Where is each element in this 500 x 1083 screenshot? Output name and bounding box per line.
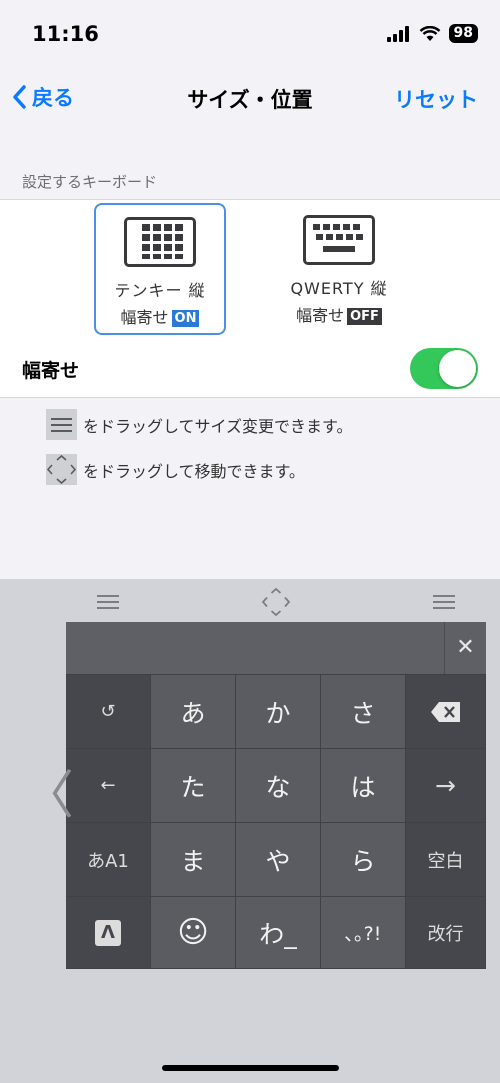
tenkey-mode: 幅寄せ ON: [96, 304, 224, 328]
battery-icon: 98: [448, 24, 478, 43]
input-mode-key[interactable]: あA1: [66, 823, 151, 897]
qwerty-mode: 幅寄せ OFF: [273, 302, 405, 326]
move-hint-text: をドラッグして移動できます。: [83, 461, 305, 481]
key-ha[interactable]: は: [321, 749, 406, 823]
emoji-key[interactable]: ☺: [151, 897, 236, 969]
resize-hint: をドラッグしてサイズ変更できます。: [46, 409, 352, 440]
section-header: 設定するキーボード: [22, 173, 158, 191]
keyboard-preview-area: ✕ ↺ ← あA1 Λ あ か さ た な は ま や ら ☺ わ_ ､｡?! …: [0, 579, 500, 1083]
move-handle[interactable]: [261, 587, 291, 617]
toggle-knob: [439, 350, 476, 387]
space-key[interactable]: 空白: [406, 823, 486, 897]
width-align-label: 幅寄せ: [22, 360, 80, 382]
app-logo-icon: Λ: [95, 919, 121, 946]
width-align-row: 幅寄せ: [0, 340, 500, 398]
signal-icon: [386, 25, 409, 42]
home-indicator[interactable]: [162, 1065, 339, 1071]
width-align-toggle[interactable]: [410, 348, 478, 389]
left-resize-handle[interactable]: [97, 595, 119, 609]
key-ya[interactable]: や: [236, 823, 321, 897]
move-handle-icon: [46, 454, 77, 485]
return-key[interactable]: 改行: [406, 897, 486, 969]
key-na[interactable]: な: [236, 749, 321, 823]
wifi-icon: [419, 25, 440, 41]
qwerty-option[interactable]: QWERTY 縦 幅寄せ OFF: [273, 203, 405, 335]
backspace-icon: [430, 701, 460, 722]
status-time: 11:16: [32, 22, 99, 46]
close-icon[interactable]: ✕: [444, 622, 486, 674]
right-resize-handle[interactable]: [433, 595, 455, 609]
status-badge-off: OFF: [347, 308, 382, 325]
keyboard-choice-panel: テンキー 縦 幅寄せ ON QWERTY 縦 幅寄せ OFF: [0, 199, 500, 341]
keyboard-panel: ✕ ↺ ← あA1 Λ あ か さ た な は ま や ら ☺ わ_ ､｡?! …: [66, 622, 486, 969]
key-ka[interactable]: か: [236, 675, 321, 749]
shift-left-chevron-icon[interactable]: 〈: [22, 770, 74, 822]
tenkey-mode-label: 幅寄せ: [120, 308, 169, 327]
delete-key[interactable]: [406, 675, 486, 749]
cursor-left-key[interactable]: ←: [66, 749, 151, 823]
key-wa[interactable]: わ_: [236, 897, 321, 969]
resize-handle-icon: [46, 409, 77, 440]
key-sa[interactable]: さ: [321, 675, 406, 749]
key-ta[interactable]: た: [151, 749, 236, 823]
tenkey-keyboard-icon: [124, 217, 196, 267]
qwerty-mode-label: 幅寄せ: [296, 306, 345, 325]
key-a[interactable]: あ: [151, 675, 236, 749]
candidate-bar: ✕: [66, 622, 486, 675]
cursor-right-key[interactable]: →: [406, 749, 486, 823]
undo-key[interactable]: ↺: [66, 675, 151, 749]
punctuation-key[interactable]: ､｡?!: [321, 897, 406, 969]
key-ra[interactable]: ら: [321, 823, 406, 897]
status-icons: 98: [386, 24, 478, 43]
tenkey-name: テンキー 縦: [114, 281, 206, 300]
qwerty-name: QWERTY 縦: [290, 279, 388, 298]
key-ma[interactable]: ま: [151, 823, 236, 897]
qwerty-keyboard-icon: [303, 215, 375, 265]
status-badge-on: ON: [171, 310, 200, 327]
tenkey-option[interactable]: テンキー 縦 幅寄せ ON: [94, 203, 226, 335]
reset-button[interactable]: リセット: [394, 84, 478, 114]
app-key[interactable]: Λ: [66, 897, 151, 969]
move-hint: をドラッグして移動できます。: [46, 454, 305, 485]
resize-hint-text: をドラッグしてサイズ変更できます。: [83, 416, 353, 436]
